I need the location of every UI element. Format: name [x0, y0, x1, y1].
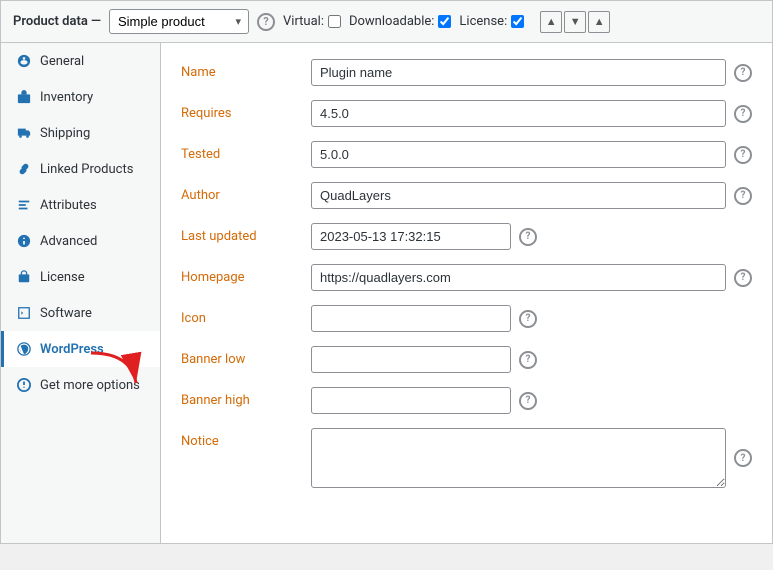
input-banner-low[interactable] [311, 346, 511, 373]
advanced-icon [16, 233, 32, 249]
input-last-updated[interactable] [311, 223, 511, 250]
input-requires[interactable] [311, 100, 726, 127]
input-banner-high[interactable] [311, 387, 511, 414]
license-checkbox[interactable] [511, 15, 524, 28]
product-data-label: Product data — [13, 14, 101, 29]
header-nav: ▲ ▼ ▲ [540, 11, 610, 33]
label-banner-low: Banner low [181, 346, 311, 367]
attributes-icon [16, 197, 32, 213]
downloadable-checkbox[interactable] [438, 15, 451, 28]
wordpress-icon [16, 341, 32, 357]
label-homepage: Homepage [181, 264, 311, 285]
product-type-select[interactable]: Simple product [109, 9, 249, 34]
sidebar-label-license: License [40, 270, 85, 285]
help-notice[interactable]: ? [734, 449, 752, 467]
input-wrap-name: ? [311, 59, 752, 86]
sidebar-item-license[interactable]: License [1, 259, 160, 295]
license-icon [16, 269, 32, 285]
get-more-options-icon [16, 377, 32, 393]
label-requires: Requires [181, 100, 311, 121]
sidebar-label-attributes: Attributes [40, 198, 97, 213]
help-icon[interactable]: ? [519, 310, 537, 328]
sidebar-item-inventory[interactable]: Inventory [1, 79, 160, 115]
sidebar-label-software: Software [40, 306, 92, 321]
input-tested[interactable] [311, 141, 726, 168]
inventory-icon [16, 89, 32, 105]
shipping-icon [16, 125, 32, 141]
virtual-checkbox[interactable] [328, 15, 341, 28]
input-wrap-notice: ? [311, 428, 752, 488]
input-author[interactable] [311, 182, 726, 209]
help-banner-high[interactable]: ? [519, 392, 537, 410]
virtual-label: Virtual: [283, 14, 341, 29]
sidebar: General Inventory Shipping [1, 43, 161, 543]
sidebar-label-inventory: Inventory [40, 90, 93, 105]
label-name: Name [181, 59, 311, 80]
help-last-updated[interactable]: ? [519, 228, 537, 246]
form-row-name: Name ? [181, 59, 752, 86]
sidebar-item-shipping[interactable]: Shipping [1, 115, 160, 151]
main-content: Name ? Requires ? Tested ? [161, 43, 772, 543]
sidebar-item-get-more-options[interactable]: Get more options [1, 367, 160, 403]
input-wrap-author: ? [311, 182, 752, 209]
form-row-notice: Notice ? [181, 428, 752, 488]
nav-collapse-button[interactable]: ▲ [588, 11, 610, 33]
help-author[interactable]: ? [734, 187, 752, 205]
label-last-updated: Last updated [181, 223, 311, 244]
sidebar-item-attributes[interactable]: Attributes [1, 187, 160, 223]
product-data-header: Product data — Simple product ? Virtual:… [1, 1, 772, 43]
sidebar-item-advanced[interactable]: Advanced [1, 223, 160, 259]
help-tested[interactable]: ? [734, 146, 752, 164]
input-wrap-banner-high: ? [311, 387, 752, 414]
form-row-banner-high: Banner high ? [181, 387, 752, 414]
form-row-last-updated: Last updated ? [181, 223, 752, 250]
form-row-author: Author ? [181, 182, 752, 209]
product-type-wrapper: Simple product [109, 9, 249, 34]
input-wrap-homepage: ? [311, 264, 752, 291]
label-tested: Tested [181, 141, 311, 162]
sidebar-label-linked-products: Linked Products [40, 162, 133, 177]
input-wrap-requires: ? [311, 100, 752, 127]
form-row-homepage: Homepage ? [181, 264, 752, 291]
software-icon [16, 305, 32, 321]
label-icon: Icon [181, 305, 311, 326]
product-type-help-icon[interactable]: ? [257, 13, 275, 31]
sidebar-item-general[interactable]: General [1, 43, 160, 79]
nav-up-button[interactable]: ▲ [540, 11, 562, 33]
nav-down-button[interactable]: ▼ [564, 11, 586, 33]
sidebar-label-advanced: Advanced [40, 234, 97, 249]
input-wrap-icon: ? [311, 305, 752, 332]
input-wrap-last-updated: ? [311, 223, 752, 250]
linked-products-icon [16, 161, 32, 177]
help-homepage[interactable]: ? [734, 269, 752, 287]
help-name[interactable]: ? [734, 64, 752, 82]
sidebar-label-shipping: Shipping [40, 126, 90, 141]
sidebar-item-wordpress[interactable]: WordPress [1, 331, 160, 367]
sidebar-item-linked-products[interactable]: Linked Products [1, 151, 160, 187]
sidebar-label-general: General [40, 54, 84, 69]
product-data-body: General Inventory Shipping [1, 43, 772, 543]
input-wrap-banner-low: ? [311, 346, 752, 373]
label-notice: Notice [181, 428, 311, 449]
form-row-requires: Requires ? [181, 100, 752, 127]
form-row-banner-low: Banner low ? [181, 346, 752, 373]
label-author: Author [181, 182, 311, 203]
sidebar-label-get-more-options: Get more options [40, 378, 140, 393]
input-notice[interactable] [311, 428, 726, 488]
input-icon[interactable] [311, 305, 511, 332]
sidebar-item-software[interactable]: Software [1, 295, 160, 331]
form-row-tested: Tested ? [181, 141, 752, 168]
input-name[interactable] [311, 59, 726, 86]
sidebar-label-wordpress: WordPress [40, 342, 104, 357]
downloadable-label: Downloadable: [349, 14, 451, 29]
general-icon [16, 53, 32, 69]
input-homepage[interactable] [311, 264, 726, 291]
form-row-icon: Icon ? [181, 305, 752, 332]
help-requires[interactable]: ? [734, 105, 752, 123]
input-wrap-tested: ? [311, 141, 752, 168]
license-label: License: [459, 14, 524, 29]
help-banner-low[interactable]: ? [519, 351, 537, 369]
label-banner-high: Banner high [181, 387, 311, 408]
